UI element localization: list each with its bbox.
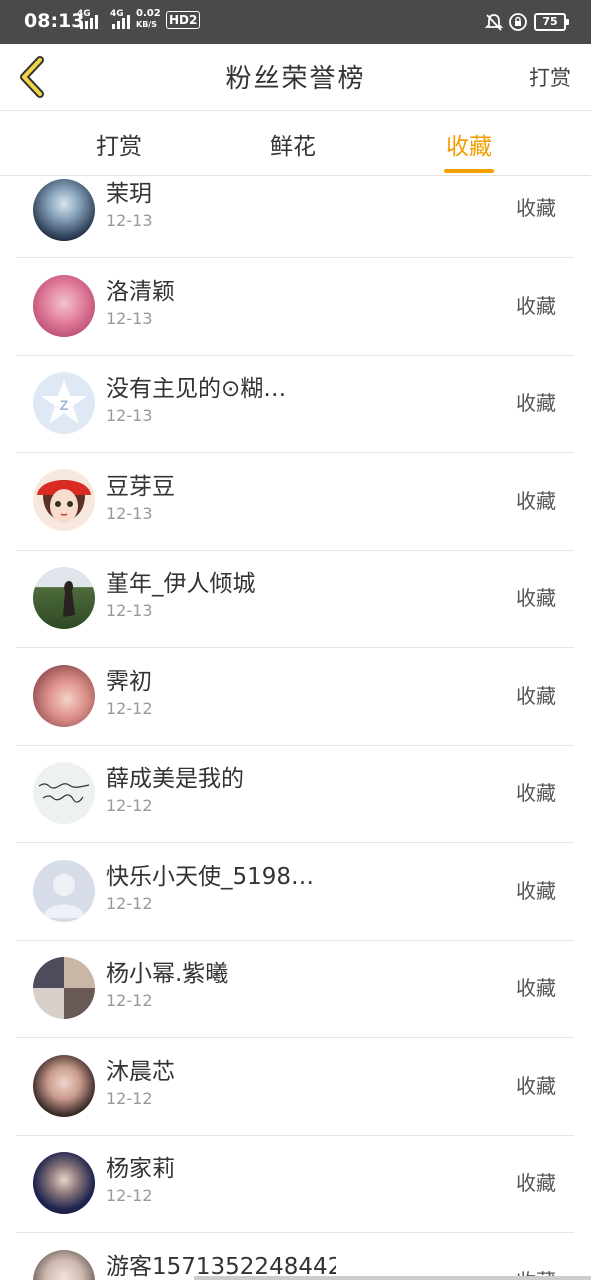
action-label: 收藏 [516, 489, 556, 513]
avatar[interactable] [33, 957, 95, 1019]
date: 12-12 [106, 1089, 153, 1108]
action-label: 收藏 [516, 976, 556, 1000]
tab-reward-label: 打赏 [96, 134, 142, 160]
fan-list[interactable]: 茉玥 12-13 收藏 洛清颖 12-13 收藏 Z 没有主见的⊙糊… 12-1… [0, 176, 591, 1280]
avatar[interactable] [33, 1250, 95, 1280]
action-label: 收藏 [516, 586, 556, 610]
date: 12-12 [106, 699, 153, 718]
list-item[interactable]: 杨小幂.紫曦 12-12 收藏 [16, 940, 574, 1038]
avatar[interactable] [33, 665, 95, 727]
avatar[interactable]: Z [33, 372, 95, 434]
avatar[interactable] [33, 179, 95, 241]
bottom-edge [194, 1276, 591, 1280]
tab-favorites-label: 收藏 [446, 134, 492, 160]
page-title-text: 粉丝荣誉榜 [225, 64, 366, 94]
user-name[interactable]: 茉玥 [106, 176, 152, 208]
list-item[interactable]: 堇年_伊人倾城 12-13 收藏 [16, 550, 574, 648]
user-name[interactable]: 霁初 [106, 662, 152, 696]
mute-bell-icon [484, 14, 504, 31]
user-name[interactable]: 沐晨芯 [106, 1052, 175, 1086]
list-item[interactable]: 薛成美是我的 12-12 收藏 [16, 745, 574, 843]
action-label: 收藏 [516, 1074, 556, 1098]
status-bar: 08:13 4G 4G 0.02 KB/S HD2 75 [0, 0, 591, 44]
tab-favorites[interactable]: 收藏 [444, 127, 494, 173]
cartoon-girl-icon [37, 480, 91, 523]
qzone-star-icon: Z [41, 380, 87, 424]
action-label: 收藏 [516, 684, 556, 708]
date: 12-12 [106, 796, 153, 815]
date: 12-12 [106, 991, 153, 1010]
action-label: 收藏 [516, 391, 556, 415]
action-label: 收藏 [516, 1171, 556, 1195]
default-user-icon [43, 874, 85, 918]
list-item[interactable]: Z 没有主见的⊙糊… 12-13 收藏 [16, 355, 574, 453]
user-name[interactable]: 堇年_伊人倾城 [106, 564, 256, 598]
user-name[interactable]: 洛清颖 [106, 272, 175, 306]
avatar[interactable] [33, 762, 95, 824]
list-item[interactable]: 霁初 12-12 收藏 [16, 648, 574, 746]
list-item[interactable]: 洛清颖 12-13 收藏 [16, 258, 574, 356]
user-name[interactable]: 杨家莉 [106, 1149, 175, 1183]
reward-button[interactable]: 打赏 [529, 62, 571, 92]
handwriting-avatar-icon [38, 783, 90, 803]
avatar[interactable] [33, 275, 95, 337]
person-silhouette-icon [63, 581, 75, 617]
list-item[interactable]: 茉玥 12-13 收藏 [16, 176, 574, 258]
battery-indicator: 75 [534, 13, 569, 31]
tab-flowers[interactable]: 鲜花 [270, 127, 316, 173]
active-tab-indicator [444, 169, 494, 173]
status-time: 08:13 [24, 10, 85, 32]
avatar[interactable] [33, 860, 95, 922]
network-speed: 0.02 KB/S [136, 8, 161, 30]
list-item[interactable]: 游客15713522484​42 收藏 [16, 1233, 574, 1280]
date: 12-12 [106, 1186, 153, 1205]
speed-unit: KB/S [136, 20, 157, 29]
action-label: 收藏 [516, 196, 556, 220]
avatar[interactable] [33, 1152, 95, 1214]
date: 12-13 [106, 504, 153, 523]
user-name[interactable]: 没有主见的⊙糊… [106, 369, 286, 403]
svg-text:Z: Z [60, 397, 69, 413]
action-label: 收藏 [516, 879, 556, 903]
date: 12-13 [106, 601, 153, 620]
list-item[interactable]: 沐晨芯 12-12 收藏 [16, 1038, 574, 1136]
date: 12-12 [106, 894, 153, 913]
user-name[interactable]: 豆芽豆 [106, 467, 175, 501]
action-label: 收藏 [516, 294, 556, 318]
page-title: 粉丝荣誉榜 [0, 58, 591, 95]
signal-icon [80, 13, 98, 29]
hd-icon: HD2 [166, 11, 201, 29]
avatar[interactable] [33, 469, 95, 531]
list-item[interactable]: 豆芽豆 12-13 收藏 [16, 453, 574, 551]
avatar[interactable] [33, 567, 95, 629]
date: 12-13 [106, 406, 153, 425]
action-label: 收藏 [516, 781, 556, 805]
user-name[interactable]: 快乐小天使_5198… [106, 857, 314, 891]
user-name[interactable]: 杨小幂.紫曦 [106, 954, 228, 988]
title-bar: 粉丝荣誉榜 打赏 [0, 44, 591, 111]
list-item[interactable]: 杨家莉 12-12 收藏 [16, 1135, 574, 1233]
date: 12-13 [106, 211, 153, 230]
avatar[interactable] [33, 1055, 95, 1117]
date: 12-13 [106, 309, 153, 328]
tab-bar: 打赏 鲜花 收藏 [0, 111, 591, 176]
speed-value: 0.02 [136, 8, 161, 19]
tab-reward[interactable]: 打赏 [96, 127, 142, 173]
user-name[interactable]: 薛成美是我的 [106, 759, 244, 793]
signal-icon-2 [112, 13, 130, 29]
list-item[interactable]: 快乐小天使_5198… 12-12 收藏 [16, 843, 574, 941]
tab-flowers-label: 鲜花 [270, 134, 316, 160]
rotation-lock-icon [509, 13, 527, 31]
